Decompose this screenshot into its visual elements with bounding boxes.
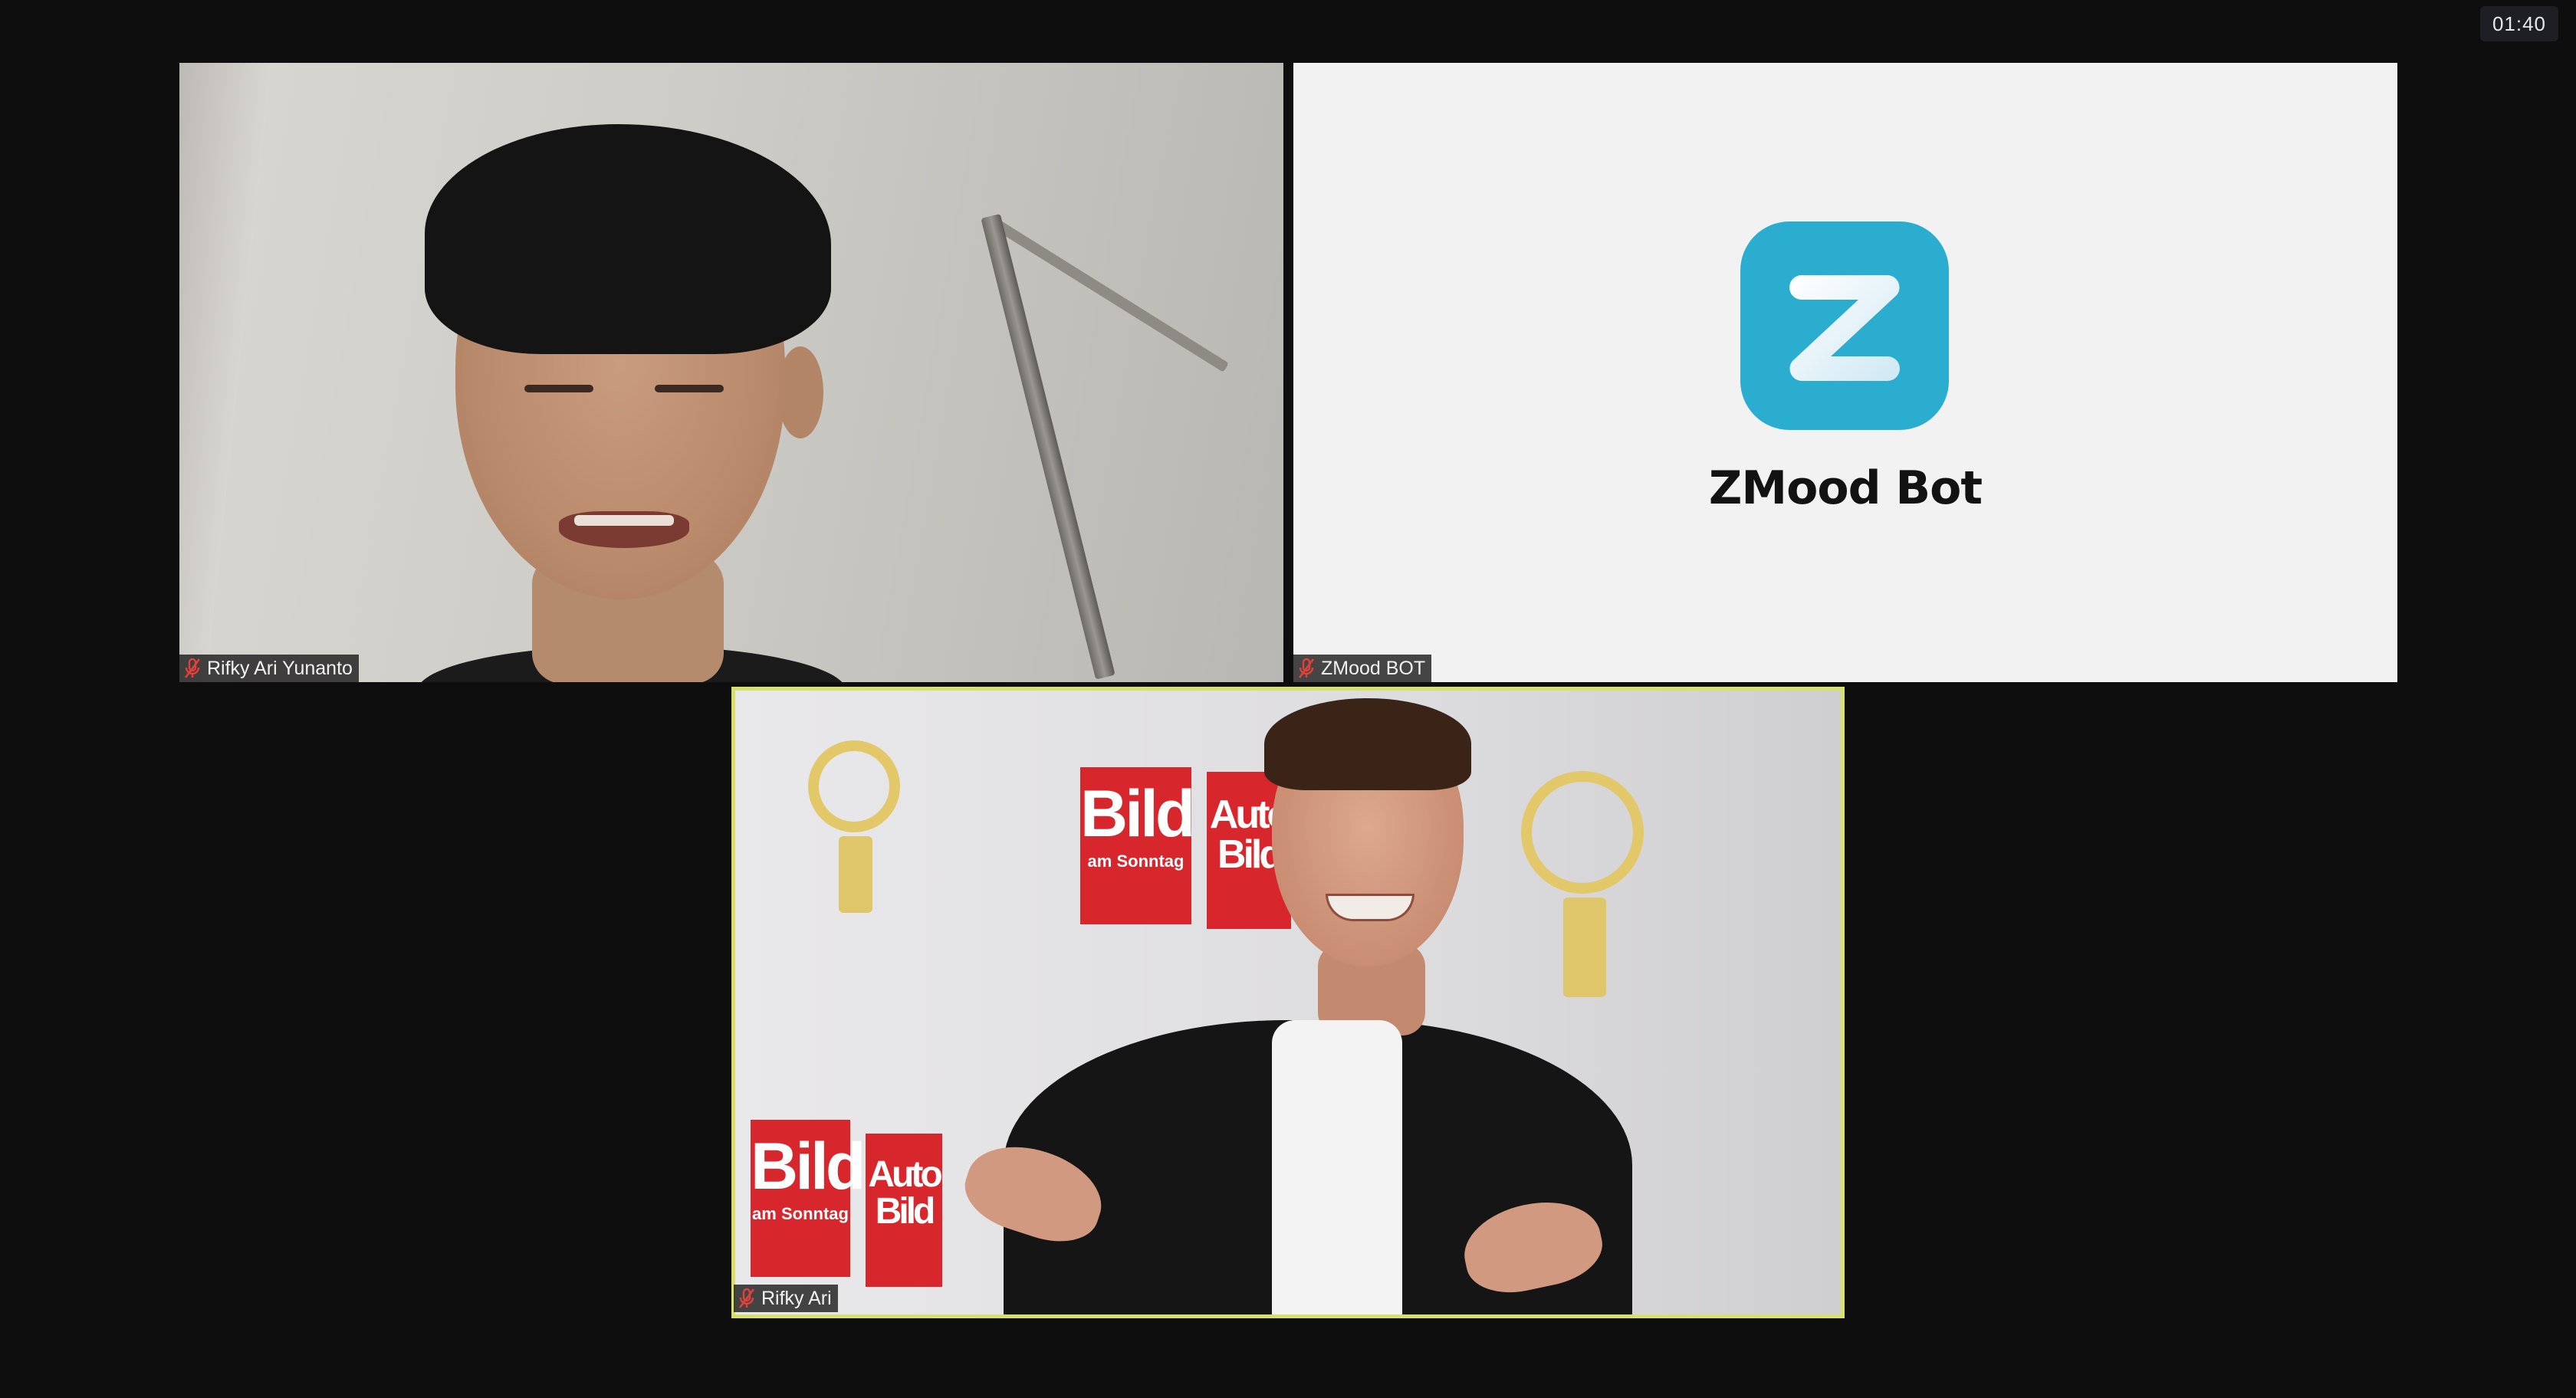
zmood-logo-icon — [1740, 222, 1949, 430]
microphone-muted-icon — [738, 1288, 755, 1308]
video-person-eye — [655, 385, 724, 392]
video-tile-rifky-ari-yunanto[interactable] — [179, 63, 1283, 682]
backdrop-logo: Auto Bild — [866, 1134, 943, 1287]
video-person-teeth — [574, 515, 674, 526]
trophy-base — [839, 836, 872, 913]
participant-name: Rifky Ari Yunanto — [207, 658, 353, 679]
zmood-logo-glyph — [1789, 275, 1900, 381]
video-person-shirt — [1272, 1020, 1402, 1314]
backdrop-logo-text: Bild — [1080, 777, 1195, 851]
video-tile-zmood-bot[interactable]: ZMood Bot — [1293, 63, 2397, 682]
trophy-base — [1563, 898, 1606, 997]
trophy-wheel — [808, 740, 900, 832]
bot-placeholder-title: ZMood Bot — [1708, 461, 1983, 515]
microphone-muted-icon — [1298, 658, 1315, 678]
backdrop-logo: Bild am Sonntag — [1080, 767, 1195, 924]
video-person-smile — [1326, 894, 1414, 921]
participant-video: Bild am Sonntag Auto Bild Bild am Sonnta… — [735, 691, 1841, 1314]
participant-name-label: ZMood BOT — [1293, 655, 1432, 682]
backdrop-logo: Bild am Sonntag — [751, 1120, 866, 1277]
trophy-wheel — [1521, 771, 1644, 894]
participant-name: Rifky Ari — [761, 1288, 832, 1309]
participant-name: ZMood BOT — [1321, 658, 1426, 679]
microphone-muted-icon — [184, 658, 201, 678]
video-person-eye — [524, 385, 593, 392]
backdrop-logo-text: Bild — [751, 1130, 866, 1203]
meeting-stage: 01:40 ZMood Bot Bild am Sonntag Auto Bil… — [0, 0, 2576, 1398]
backdrop-logo-text: Auto Bild — [868, 1154, 942, 1232]
participant-name-label: Rifky Ari — [734, 1285, 838, 1312]
video-tile-rifky-ari[interactable]: Bild am Sonntag Auto Bild Bild am Sonnta… — [731, 687, 1845, 1318]
participant-video — [179, 63, 1283, 682]
video-person-hair — [1264, 698, 1471, 790]
meeting-timer: 01:40 — [2480, 6, 2558, 41]
participant-name-label: Rifky Ari Yunanto — [179, 655, 359, 682]
